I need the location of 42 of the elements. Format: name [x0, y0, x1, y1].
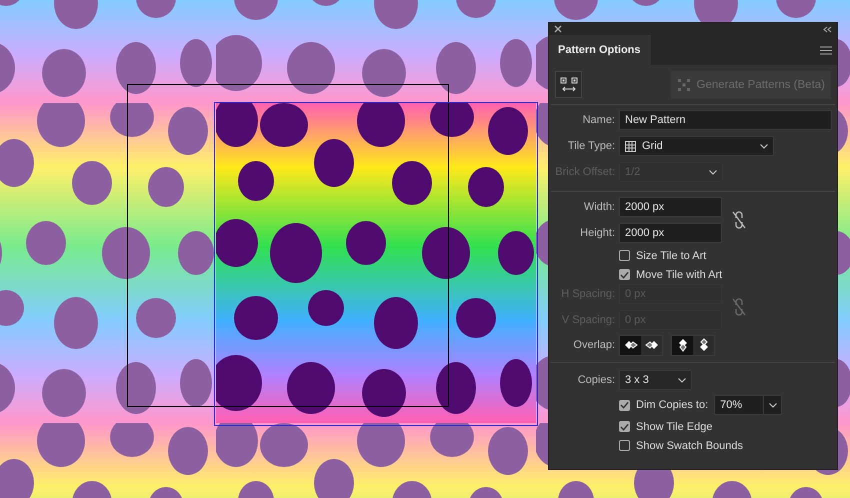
overlap-shapes-icon	[644, 340, 658, 350]
checkmark-icon	[620, 270, 629, 278]
overlap-button[interactable]	[672, 336, 693, 354]
checkbox-option[interactable]: Size Tile to Art	[619, 246, 831, 265]
chevron-down-icon	[678, 378, 686, 382]
height-field[interactable]: 2000 px	[619, 223, 722, 243]
field-label: Width:	[582, 201, 615, 213]
checkbox-option[interactable]: Show Swatch Bounds	[619, 436, 831, 455]
unlinked-chain-icon[interactable]	[732, 211, 746, 229]
copies-dropdown[interactable]: 3 x 3	[619, 370, 692, 390]
chevron-down-icon	[709, 170, 717, 174]
checkbox-option[interactable]: Move Tile with Art	[619, 265, 831, 284]
dots-icon	[676, 78, 691, 92]
close-icon[interactable]	[554, 25, 562, 33]
checkmark-icon	[620, 422, 629, 430]
dim-amount-combo[interactable]: 70%	[714, 395, 782, 415]
edit-tile-button[interactable]	[555, 71, 582, 98]
collapse-icon[interactable]	[823, 26, 832, 32]
field-label: Overlap:	[572, 339, 615, 351]
overlap-shapes-icon	[678, 338, 688, 352]
menu-icon[interactable]	[820, 46, 832, 54]
unlinked-chain-icon	[732, 298, 746, 316]
overlap-button[interactable]	[693, 336, 714, 354]
grid-icon	[625, 140, 636, 152]
overlap-shapes-icon	[698, 338, 708, 352]
name-field[interactable]: New Pattern	[619, 110, 832, 130]
field-label: Tile Type:	[566, 140, 615, 152]
field-label: Copies:	[576, 374, 615, 386]
tile-arrows-icon	[560, 76, 578, 92]
tile-type-dropdown[interactable]: Grid	[619, 136, 774, 156]
checkbox-option[interactable]: Dim Copies to:	[619, 396, 708, 414]
field-label: Height:	[579, 227, 615, 239]
chevron-down-icon	[760, 144, 768, 148]
overlap-button[interactable]	[641, 336, 662, 354]
width-field[interactable]: 2000 px	[619, 197, 722, 217]
checkbox-option[interactable]: Show Tile Edge	[619, 417, 831, 436]
overlap-button[interactable]	[620, 336, 641, 354]
checkmark-icon	[620, 401, 629, 409]
chevron-down-icon	[768, 402, 777, 408]
overlap-shapes-icon	[624, 340, 638, 350]
panel-tab[interactable]: Pattern Options	[549, 35, 651, 65]
field-label: Name:	[582, 114, 615, 126]
